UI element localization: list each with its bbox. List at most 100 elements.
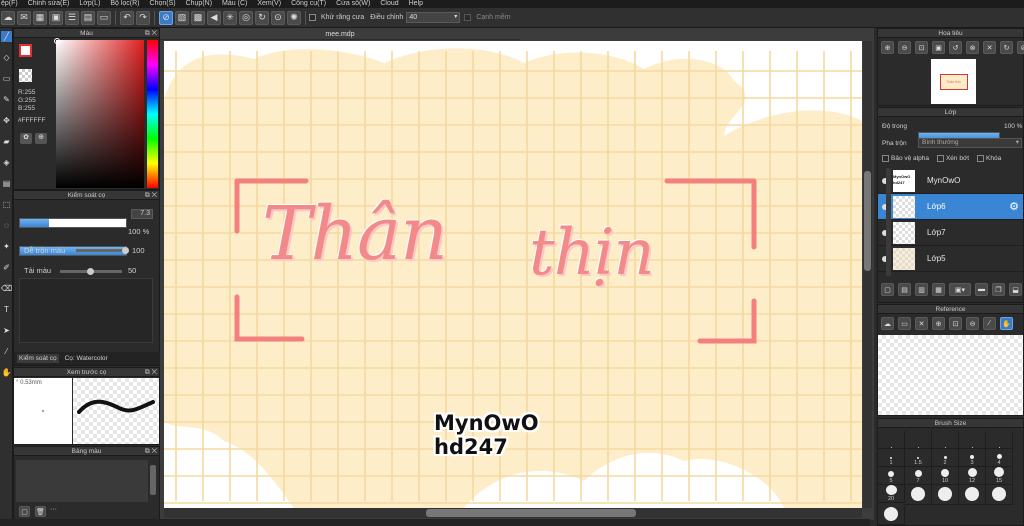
move-icon[interactable]: ✥ (1, 115, 12, 126)
new-8bit-layer-icon[interactable]: ▥ (915, 283, 928, 296)
rotate-right-icon[interactable]: ↻ (1000, 41, 1013, 54)
rotate-left-icon[interactable]: ↺ (949, 41, 962, 54)
layer-menu-icon[interactable]: ▣▾ (949, 283, 971, 296)
lasso-icon[interactable]: ◌ (1, 220, 12, 231)
text-icon[interactable]: T (1, 304, 12, 315)
pen-icon[interactable]: ╱ (1, 31, 12, 42)
layer-row-selected[interactable]: Lớp6 ⚙ (878, 194, 1023, 220)
more-icon[interactable]: ··· (50, 506, 57, 517)
hand-icon[interactable]: ✋ (1000, 317, 1013, 330)
chat-icon[interactable]: ✉ (17, 10, 31, 25)
menu-layer[interactable]: Lớp(L) (79, 0, 100, 8)
brush-size-cell[interactable] (986, 431, 1013, 449)
foreground-color-swatch[interactable] (19, 44, 32, 57)
pointer-icon[interactable]: ➤ (1, 325, 12, 336)
list-icon[interactable]: ☰ (65, 10, 79, 25)
zoom-out-icon[interactable]: ⊖ (966, 317, 979, 330)
panel-close-icon[interactable]: ⧉ ✕ (145, 29, 157, 38)
monitor-icon[interactable]: ▭ (97, 10, 111, 25)
palette-wheel-icon[interactable]: ✿ (20, 133, 32, 144)
grid-icon[interactable]: ▦ (33, 10, 47, 25)
brush-size-value[interactable]: 7.3 (131, 209, 153, 219)
bucket-icon[interactable]: ◈ (1, 157, 12, 168)
triangle-left-icon[interactable]: ◀ (207, 10, 221, 25)
brush-size-cell[interactable] (932, 431, 959, 449)
brush-size-cell[interactable] (878, 431, 905, 449)
mirror-icon[interactable]: ⊘ (1017, 41, 1024, 54)
saturation-value-picker[interactable] (56, 40, 144, 188)
protect-alpha-option[interactable]: Bảo vệ alpha (882, 155, 929, 162)
menu-select[interactable]: Chọn(S) (150, 0, 176, 8)
brush-size-cell[interactable]: 1.5 (905, 449, 932, 467)
no-select-icon[interactable]: ⊘ (159, 10, 173, 25)
rotate-icon[interactable]: ↻ (255, 10, 269, 25)
new-halftone-layer-icon[interactable]: ▤ (898, 283, 911, 296)
brush-control-tab[interactable]: Kiểm soát cọ (17, 354, 59, 363)
fill-pattern-icon[interactable]: ▩ (191, 10, 205, 25)
load-slider[interactable] (60, 268, 122, 275)
rectangle-icon[interactable]: ▭ (1, 73, 12, 84)
canvas-tab[interactable]: mee.mdp (160, 29, 520, 40)
fit-icon[interactable]: ⊡ (949, 317, 962, 330)
brush-size-cell[interactable] (959, 431, 986, 449)
eraser-icon[interactable]: ◇ (1, 52, 12, 63)
hatch-icon[interactable]: ▧ (175, 10, 189, 25)
horizontal-scroll-thumb[interactable] (426, 509, 636, 517)
navigator-viewport[interactable]: Thân thịn (939, 73, 968, 90)
menu-edit[interactable]: Chỉnh sửa(E) (28, 0, 70, 8)
close-icon[interactable]: ✕ (915, 317, 928, 330)
menu-cloud[interactable]: Cloud (380, 0, 398, 8)
canvas[interactable]: Thân thịn MynOwO hd247 (164, 41, 862, 508)
menu-window[interactable]: Cửa sổ(W) (336, 0, 370, 8)
brush-icon[interactable]: ✎ (1, 94, 12, 105)
menu-color[interactable]: Màu (C) (222, 0, 247, 8)
brush-size-slider[interactable] (19, 218, 127, 228)
brush-size-cell[interactable]: 20 (878, 485, 905, 503)
brush-size-cell[interactable]: 2 (932, 449, 959, 467)
rings-icon[interactable]: ◎ (239, 10, 253, 25)
fill-icon[interactable]: ▰ (1, 136, 12, 147)
layer-row[interactable]: Lớp5 (878, 246, 1023, 272)
merge-icon[interactable]: ⬓ (1009, 283, 1022, 296)
palette-swatches[interactable] (16, 460, 148, 502)
eyedropper-icon[interactable]: ⁄ (983, 317, 996, 330)
blend-slider[interactable] (76, 247, 129, 254)
eyedropper-icon[interactable]: ⁄ (1, 346, 12, 357)
blend-slider-knob[interactable] (122, 247, 129, 254)
brush-size-cell[interactable]: 5 (878, 467, 905, 485)
soft-edge-checkbox[interactable] (464, 14, 472, 21)
brush-size-cell[interactable]: 3 (959, 449, 986, 467)
magic-wand-icon[interactable]: ✦ (1, 241, 12, 252)
navigator-thumbnail[interactable]: Thân thịn (931, 59, 976, 104)
duplicate-icon[interactable]: ❐ (992, 283, 1005, 296)
palette-scrollbar[interactable] (150, 465, 156, 495)
antialias-checkbox[interactable] (309, 14, 316, 21)
hand-icon[interactable]: ✋ (1, 367, 12, 378)
target-icon[interactable]: ⊙ (271, 10, 285, 25)
menu-filter[interactable]: Bộ lọc(R) (110, 0, 139, 8)
menu-help[interactable]: Help (409, 0, 423, 8)
image-icon[interactable]: ▣ (49, 10, 63, 25)
brush-size-cell[interactable]: 1 (878, 449, 905, 467)
actual-size-icon[interactable]: ▣ (932, 41, 945, 54)
brush-size-cell[interactable]: 15 (986, 467, 1013, 485)
canvas-vertical-scrollbar[interactable] (863, 41, 872, 508)
new-layer-icon[interactable]: ▢ (881, 283, 894, 296)
select-eraser-icon[interactable]: ⌫ (1, 283, 12, 294)
brush-size-cell[interactable] (986, 485, 1013, 505)
blend-mode-select[interactable]: Bình thường ▾ (918, 138, 1022, 148)
brush-size-cell[interactable] (932, 485, 959, 505)
new-1bit-layer-icon[interactable]: ▦ (932, 283, 945, 296)
brush-size-cell[interactable]: 12 (959, 467, 986, 485)
zoom-in-icon[interactable]: ⊕ (932, 317, 945, 330)
page-icon[interactable]: ▤ (81, 10, 95, 25)
settings-icon[interactable]: ✺ (287, 10, 301, 25)
open-folder-icon[interactable]: ▭ (898, 317, 911, 330)
redo-icon[interactable]: ↷ (136, 10, 150, 25)
trash-icon[interactable]: 🗑 (35, 506, 46, 517)
fit-icon[interactable]: ⊡ (915, 41, 928, 54)
gradient-icon[interactable]: ▤ (1, 178, 12, 189)
brush-size-cell[interactable] (905, 431, 932, 449)
zoom-out-icon[interactable]: ⊖ (898, 41, 911, 54)
gear-icon[interactable]: ⚙ (1009, 200, 1019, 213)
